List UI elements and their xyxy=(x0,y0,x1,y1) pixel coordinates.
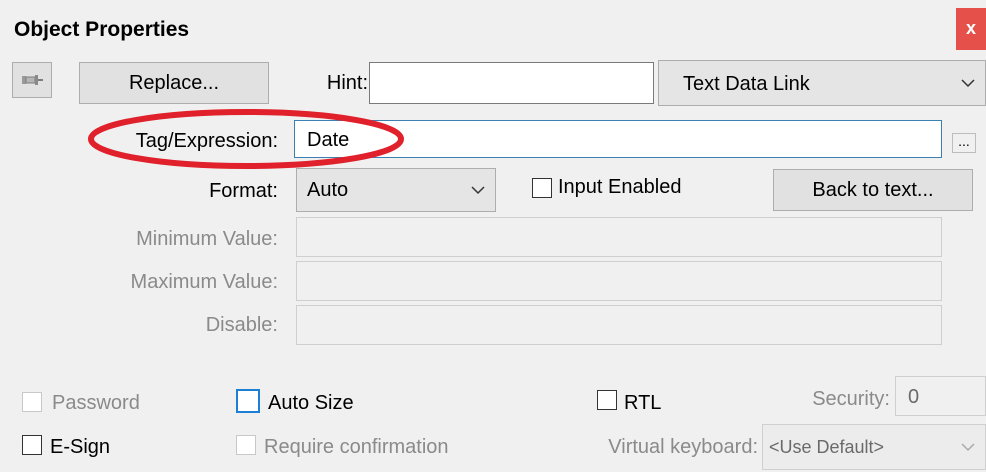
require-confirmation-checkbox[interactable] xyxy=(236,435,256,455)
format-value: Auto xyxy=(307,179,349,201)
pin-icon xyxy=(22,75,43,85)
rtl-label: RTL xyxy=(624,392,662,414)
virtual-keyboard-label: Virtual keyboard: xyxy=(608,436,758,458)
hint-label: Hint: xyxy=(326,72,368,94)
security-label: Security: xyxy=(812,388,890,410)
virtual-keyboard-value: <Use Default> xyxy=(769,437,885,457)
object-type-select[interactable]: Text Data Link xyxy=(658,60,986,106)
security-value: 0 xyxy=(908,386,920,408)
pin-button[interactable] xyxy=(12,62,52,98)
hint-input[interactable] xyxy=(369,62,654,104)
require-confirmation-label: Require confirmation xyxy=(264,436,449,458)
highlight-ellipse xyxy=(88,109,404,169)
window-title: Object Properties xyxy=(14,18,190,41)
e-sign-checkbox[interactable] xyxy=(22,435,42,455)
format-label: Format: xyxy=(209,180,278,202)
disable-input[interactable] xyxy=(296,305,942,345)
format-select[interactable]: Auto xyxy=(296,168,496,212)
chevron-down-icon xyxy=(961,443,975,452)
rtl-checkbox[interactable] xyxy=(597,390,617,410)
input-enabled-checkbox[interactable] xyxy=(532,178,552,198)
virtual-keyboard-select[interactable]: <Use Default> xyxy=(762,424,986,470)
replace-label: Replace... xyxy=(128,72,220,94)
maximum-value-input[interactable] xyxy=(296,261,942,301)
minimum-value-label: Minimum Value: xyxy=(136,228,278,250)
auto-size-checkbox[interactable] xyxy=(236,389,260,413)
close-button[interactable]: x xyxy=(956,8,986,50)
object-type-value: Text Data Link xyxy=(683,73,810,95)
disable-label: Disable: xyxy=(205,314,278,336)
back-to-text-button[interactable]: Back to text... xyxy=(773,169,973,211)
replace-button[interactable]: Replace... xyxy=(79,62,269,104)
back-to-text-label: Back to text... xyxy=(812,179,934,201)
maximum-value-label: Maximum Value: xyxy=(130,271,278,293)
e-sign-label: E-Sign xyxy=(50,436,111,458)
auto-size-label: Auto Size xyxy=(268,392,354,414)
password-label: Password xyxy=(52,392,140,414)
chevron-down-icon xyxy=(471,186,485,195)
browse-label: ... xyxy=(958,133,970,149)
password-checkbox[interactable] xyxy=(22,392,42,412)
browse-button[interactable]: ... xyxy=(952,133,976,153)
input-enabled-label: Input Enabled xyxy=(558,176,682,198)
security-input[interactable]: 0 xyxy=(895,376,986,416)
chevron-down-icon xyxy=(961,79,975,88)
minimum-value-input[interactable] xyxy=(296,217,942,257)
